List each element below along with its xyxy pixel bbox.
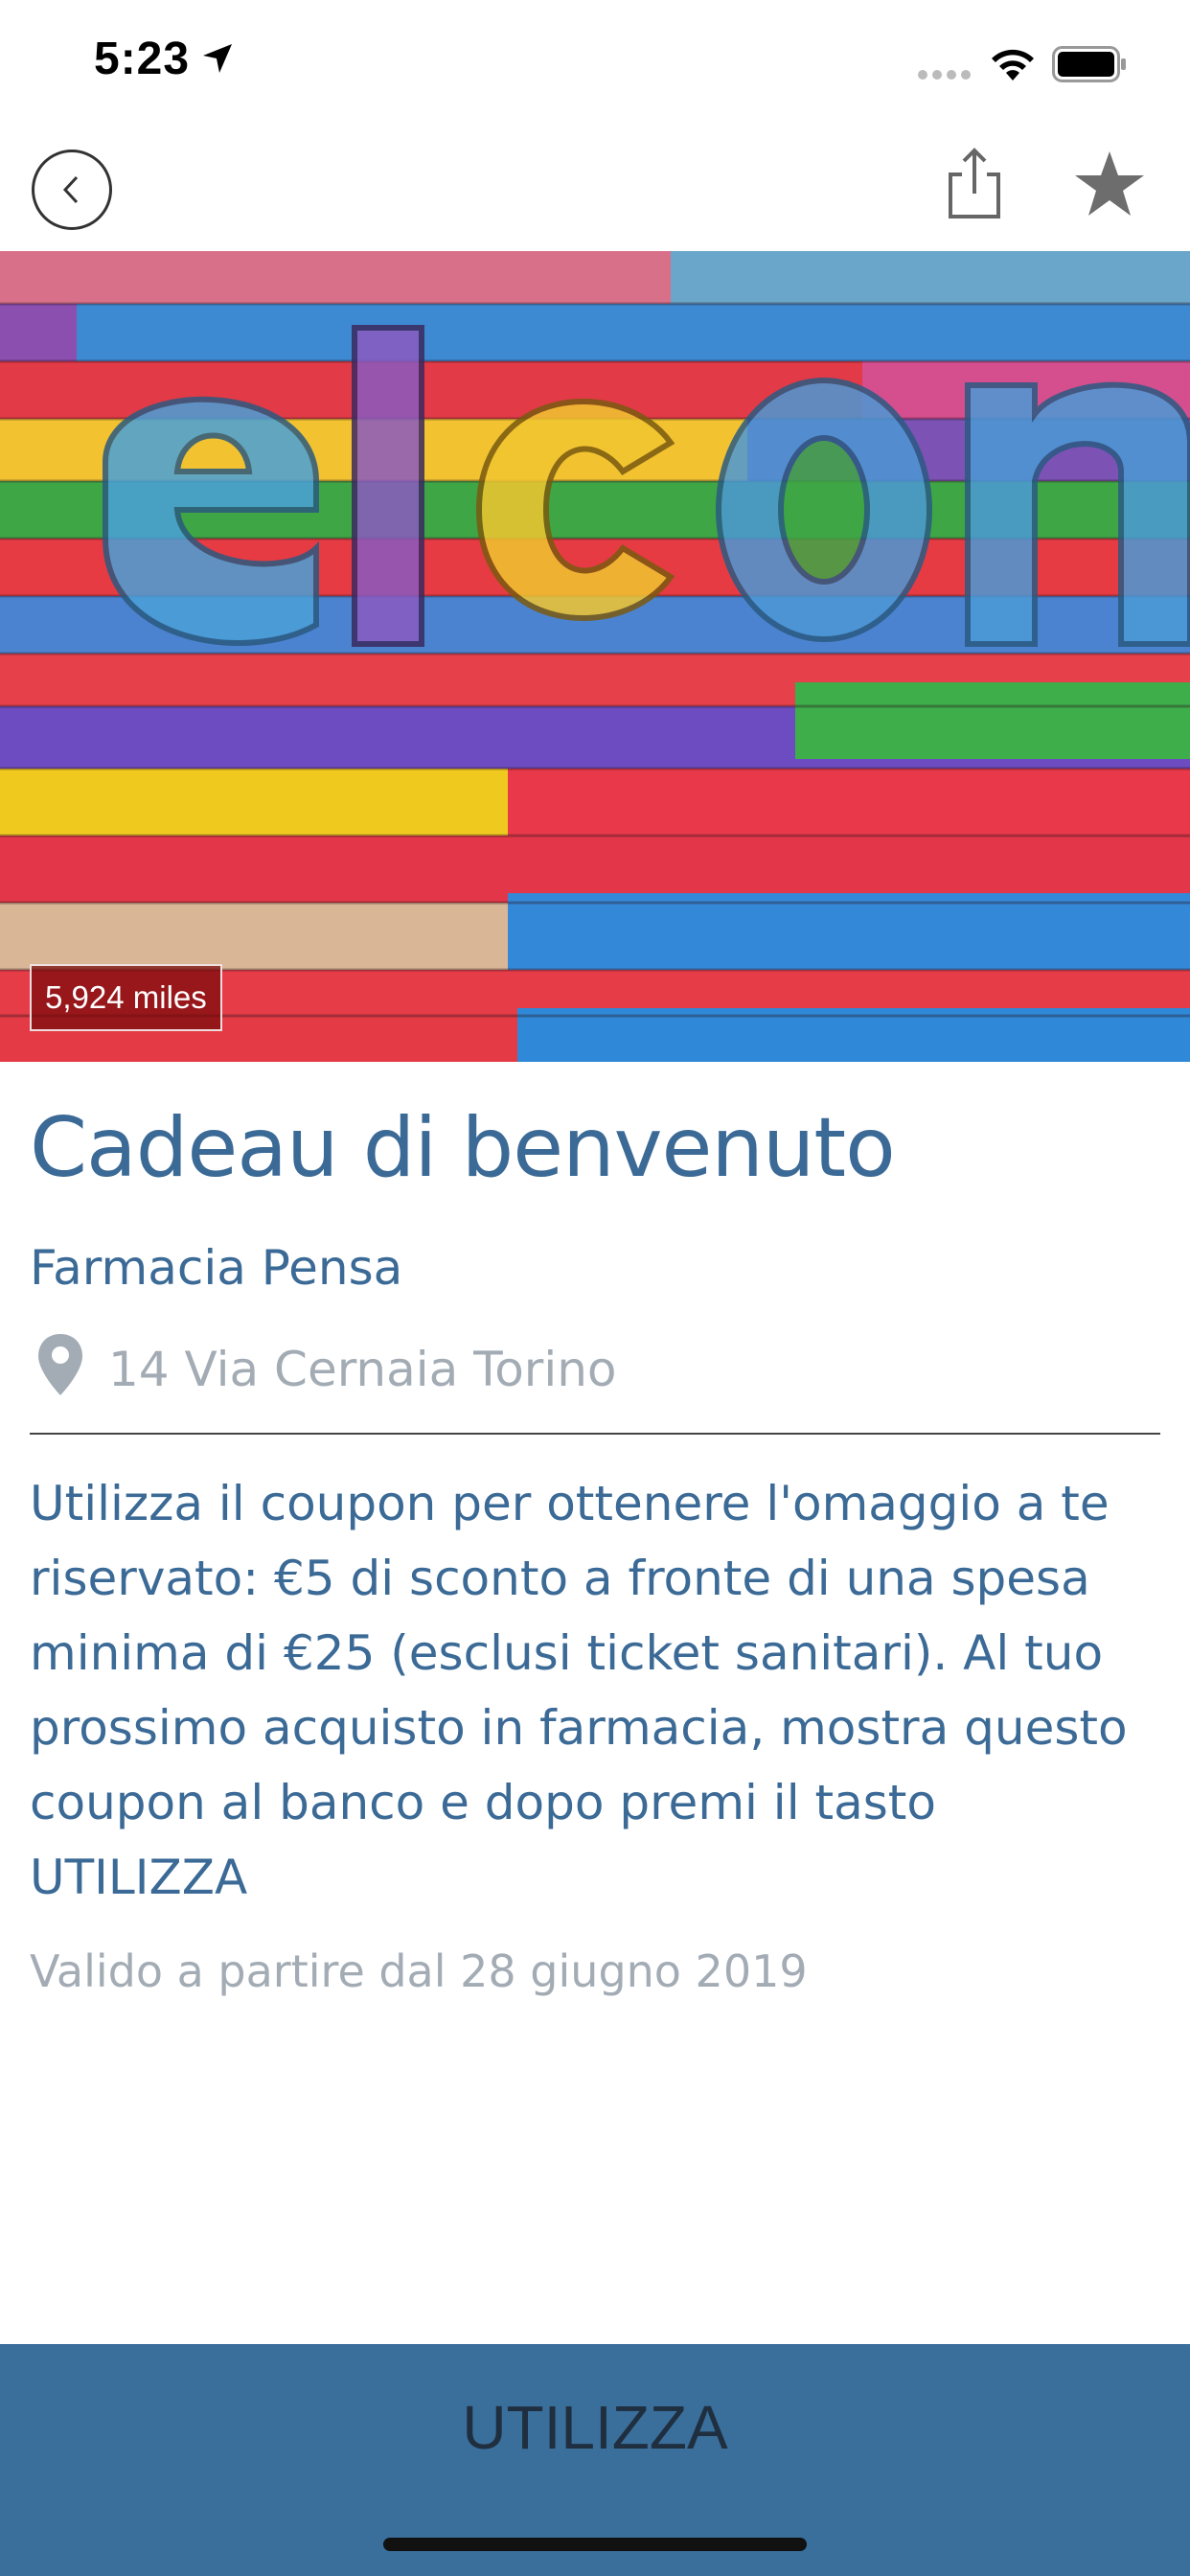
home-indicator	[383, 2538, 807, 2551]
map-pin-icon	[38, 1334, 82, 1395]
favorite-button[interactable]	[1071, 146, 1148, 226]
share-icon	[949, 148, 1000, 218]
use-coupon-label: UTILIZZA	[462, 2393, 728, 2462]
chevron-left-icon	[62, 175, 79, 204]
signal-icon	[918, 70, 971, 80]
status-time: 5:23	[94, 34, 191, 84]
star-icon	[1075, 151, 1144, 216]
back-button[interactable]	[32, 150, 112, 230]
distance-badge: 5,924 miles	[30, 964, 222, 1031]
welcome-sign-illustration	[0, 251, 1190, 1062]
location-arrow-icon	[203, 44, 232, 73]
merchant-name[interactable]: Farmacia Pensa	[30, 1240, 402, 1296]
status-bar: 5:23	[0, 0, 1190, 125]
offer-description: Utilizza il coupon per ottenere l'omaggi…	[30, 1476, 1128, 1905]
offer-title: Cadeau di benvenuto	[30, 1100, 896, 1196]
merchant-address[interactable]: 14 Via Cernaia Torino	[108, 1342, 617, 1397]
validity-text: Valido a partire dal 28 giugno 2019	[30, 1945, 808, 1997]
share-button[interactable]	[941, 146, 1008, 226]
offer-image	[0, 251, 1190, 1062]
wifi-icon	[992, 49, 1034, 80]
battery-icon	[1052, 46, 1126, 82]
divider	[30, 1433, 1160, 1435]
